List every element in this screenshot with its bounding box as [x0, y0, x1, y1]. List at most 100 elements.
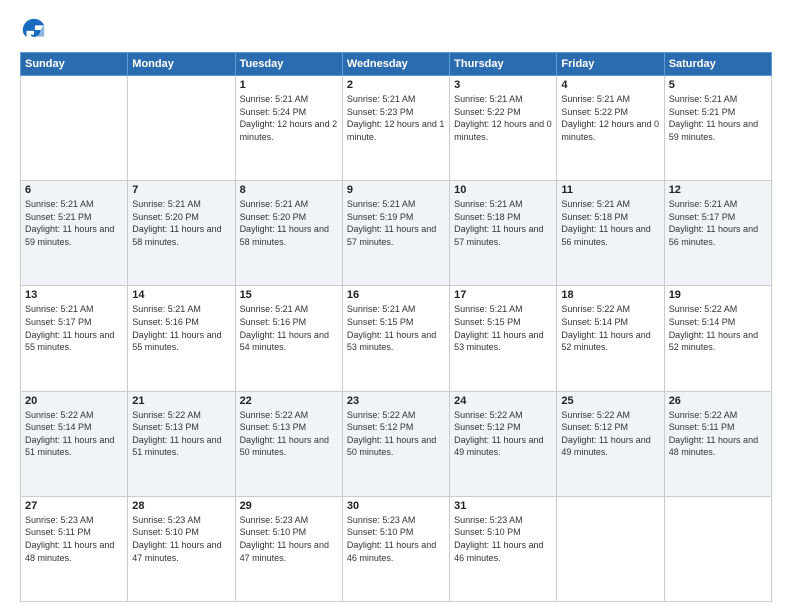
day-cell: 28 Sunrise: 5:23 AMSunset: 5:10 PMDayligh… [128, 496, 235, 601]
day-detail: Sunrise: 5:23 AMSunset: 5:10 PMDaylight:… [240, 514, 338, 564]
page: SundayMondayTuesdayWednesdayThursdayFrid… [0, 0, 792, 612]
day-detail: Sunrise: 5:21 AMSunset: 5:22 PMDaylight:… [454, 93, 552, 143]
weekday-header-saturday: Saturday [664, 53, 771, 76]
week-row-4: 20Sunrise: 5:22 AMSunset: 5:14 PMDayligh… [21, 391, 772, 496]
day-detail: Sunrise: 5:21 AMSunset: 5:15 PMDaylight:… [347, 303, 445, 353]
day-number: 20 [25, 395, 123, 407]
day-cell: 10Sunrise: 5:21 AMSunset: 5:18 PMDayligh… [450, 181, 557, 286]
day-detail: Sunrise: 5:22 AMSunset: 5:14 PMDaylight:… [561, 303, 659, 353]
day-cell: 27Sunrise: 5:23 AMSunset: 5:11 PMDayligh… [21, 496, 128, 601]
day-detail: Sunrise: 5:21 AMSunset: 5:15 PMDaylight:… [454, 303, 552, 353]
day-cell: 23Sunrise: 5:22 AMSunset: 5:12 PMDayligh… [342, 391, 449, 496]
day-detail: Sunrise: 5:21 AMSunset: 5:21 PMDaylight:… [669, 93, 767, 143]
day-number: 12 [669, 184, 767, 196]
day-number: 28 [132, 500, 230, 512]
day-cell: 7 Sunrise: 5:21 AMSunset: 5:20 PMDaylight… [128, 181, 235, 286]
day-cell: 5 Sunrise: 5:21 AMSunset: 5:21 PMDaylight… [664, 76, 771, 181]
calendar-table: SundayMondayTuesdayWednesdayThursdayFrid… [20, 52, 772, 602]
day-cell: 12 Sunrise: 5:21 AMSunset: 5:17 PMDayligh… [664, 181, 771, 286]
day-number: 17 [454, 289, 552, 301]
day-detail: Sunrise: 5:21 AMSunset: 5:20 PMDaylight:… [132, 198, 230, 248]
day-detail: Sunrise: 5:21 AMSunset: 5:17 PMDaylight:… [669, 198, 767, 248]
day-detail: Sunrise: 5:21 AMSunset: 5:17 PMDaylight:… [25, 303, 123, 353]
day-number: 19 [669, 289, 767, 301]
weekday-header-friday: Friday [557, 53, 664, 76]
day-cell: 1 Sunrise: 5:21 AMSunset: 5:24 PMDaylight… [235, 76, 342, 181]
week-row-3: 13Sunrise: 5:21 AMSunset: 5:17 PMDayligh… [21, 286, 772, 391]
day-cell: 22 Sunrise: 5:22 AMSunset: 5:13 PMDayligh… [235, 391, 342, 496]
day-detail: Sunrise: 5:23 AMSunset: 5:10 PMDaylight:… [347, 514, 445, 564]
day-number: 22 [240, 395, 338, 407]
day-number: 1 [240, 79, 338, 91]
day-number: 3 [454, 79, 552, 91]
day-detail: Sunrise: 5:21 AMSunset: 5:18 PMDaylight:… [561, 198, 659, 248]
day-number: 24 [454, 395, 552, 407]
logo [20, 16, 52, 44]
day-number: 9 [347, 184, 445, 196]
day-number: 8 [240, 184, 338, 196]
day-cell: 3 Sunrise: 5:21 AMSunset: 5:22 PMDaylight… [450, 76, 557, 181]
day-number: 27 [25, 500, 123, 512]
day-number: 18 [561, 289, 659, 301]
day-detail: Sunrise: 5:21 AMSunset: 5:24 PMDaylight:… [240, 93, 338, 143]
day-cell: 31 Sunrise: 5:23 AMSunset: 5:10 PMDayligh… [450, 496, 557, 601]
day-number: 7 [132, 184, 230, 196]
day-cell [664, 496, 771, 601]
day-number: 4 [561, 79, 659, 91]
day-cell: 25 Sunrise: 5:22 AMSunset: 5:12 PMDayligh… [557, 391, 664, 496]
day-number: 14 [132, 289, 230, 301]
day-cell: 9 Sunrise: 5:21 AMSunset: 5:19 PMDaylight… [342, 181, 449, 286]
day-cell: 26Sunrise: 5:22 AMSunset: 5:11 PMDayligh… [664, 391, 771, 496]
day-detail: Sunrise: 5:23 AMSunset: 5:10 PMDaylight:… [454, 514, 552, 564]
day-detail: Sunrise: 5:21 AMSunset: 5:20 PMDaylight:… [240, 198, 338, 248]
day-cell: 24 Sunrise: 5:22 AMSunset: 5:12 PMDayligh… [450, 391, 557, 496]
day-cell: 17 Sunrise: 5:21 AMSunset: 5:15 PMDayligh… [450, 286, 557, 391]
day-cell: 4 Sunrise: 5:21 AMSunset: 5:22 PMDaylight… [557, 76, 664, 181]
day-cell: 14 Sunrise: 5:21 AMSunset: 5:16 PMDayligh… [128, 286, 235, 391]
day-detail: Sunrise: 5:22 AMSunset: 5:11 PMDaylight:… [669, 409, 767, 459]
day-cell: 20Sunrise: 5:22 AMSunset: 5:14 PMDayligh… [21, 391, 128, 496]
day-detail: Sunrise: 5:23 AMSunset: 5:10 PMDaylight:… [132, 514, 230, 564]
day-number: 5 [669, 79, 767, 91]
day-detail: Sunrise: 5:22 AMSunset: 5:12 PMDaylight:… [454, 409, 552, 459]
day-detail: Sunrise: 5:21 AMSunset: 5:16 PMDaylight:… [240, 303, 338, 353]
day-detail: Sunrise: 5:21 AMSunset: 5:21 PMDaylight:… [25, 198, 123, 248]
logo-icon [20, 16, 48, 44]
day-number: 15 [240, 289, 338, 301]
week-row-5: 27Sunrise: 5:23 AMSunset: 5:11 PMDayligh… [21, 496, 772, 601]
day-cell: 2Sunrise: 5:21 AMSunset: 5:23 PMDaylight… [342, 76, 449, 181]
day-detail: Sunrise: 5:21 AMSunset: 5:19 PMDaylight:… [347, 198, 445, 248]
day-detail: Sunrise: 5:22 AMSunset: 5:12 PMDaylight:… [561, 409, 659, 459]
day-detail: Sunrise: 5:22 AMSunset: 5:14 PMDaylight:… [669, 303, 767, 353]
day-cell: 21 Sunrise: 5:22 AMSunset: 5:13 PMDayligh… [128, 391, 235, 496]
day-cell: 19 Sunrise: 5:22 AMSunset: 5:14 PMDayligh… [664, 286, 771, 391]
day-cell: 8 Sunrise: 5:21 AMSunset: 5:20 PMDaylight… [235, 181, 342, 286]
day-cell: 29 Sunrise: 5:23 AMSunset: 5:10 PMDayligh… [235, 496, 342, 601]
week-row-1: 1 Sunrise: 5:21 AMSunset: 5:24 PMDaylight… [21, 76, 772, 181]
day-cell: 13Sunrise: 5:21 AMSunset: 5:17 PMDayligh… [21, 286, 128, 391]
day-number: 11 [561, 184, 659, 196]
weekday-header-wednesday: Wednesday [342, 53, 449, 76]
weekday-header-monday: Monday [128, 53, 235, 76]
day-detail: Sunrise: 5:21 AMSunset: 5:22 PMDaylight:… [561, 93, 659, 143]
header [20, 16, 772, 44]
weekday-header-row: SundayMondayTuesdayWednesdayThursdayFrid… [21, 53, 772, 76]
day-detail: Sunrise: 5:21 AMSunset: 5:23 PMDaylight:… [347, 93, 445, 143]
day-number: 30 [347, 500, 445, 512]
day-cell [557, 496, 664, 601]
day-cell: 6 Sunrise: 5:21 AMSunset: 5:21 PMDaylight… [21, 181, 128, 286]
day-cell: 15 Sunrise: 5:21 AMSunset: 5:16 PMDayligh… [235, 286, 342, 391]
day-detail: Sunrise: 5:21 AMSunset: 5:18 PMDaylight:… [454, 198, 552, 248]
day-detail: Sunrise: 5:21 AMSunset: 5:16 PMDaylight:… [132, 303, 230, 353]
day-number: 6 [25, 184, 123, 196]
day-detail: Sunrise: 5:22 AMSunset: 5:13 PMDaylight:… [240, 409, 338, 459]
day-number: 31 [454, 500, 552, 512]
day-number: 29 [240, 500, 338, 512]
week-row-2: 6 Sunrise: 5:21 AMSunset: 5:21 PMDaylight… [21, 181, 772, 286]
day-detail: Sunrise: 5:22 AMSunset: 5:13 PMDaylight:… [132, 409, 230, 459]
day-number: 23 [347, 395, 445, 407]
day-number: 25 [561, 395, 659, 407]
day-cell [128, 76, 235, 181]
weekday-header-sunday: Sunday [21, 53, 128, 76]
day-number: 21 [132, 395, 230, 407]
